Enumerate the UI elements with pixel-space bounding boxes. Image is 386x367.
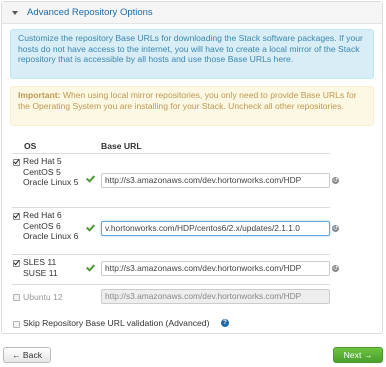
undo-icon[interactable]: ↺ bbox=[332, 177, 339, 184]
base-url-input-redhat5[interactable]: http://s3.amazonaws.com/dev.hortonworks.… bbox=[101, 173, 330, 188]
repo-checkbox-redhat6[interactable] bbox=[13, 213, 20, 220]
repo-checkbox-sles11[interactable] bbox=[13, 260, 20, 267]
base-url-input-sles11[interactable]: http://s3.amazonaws.com/dev.hortonworks.… bbox=[101, 261, 330, 276]
next-button[interactable]: Next → bbox=[333, 347, 383, 363]
base-url-input-redhat6[interactable]: v.hortonworks.com/HDP/centos6/2.x/update… bbox=[101, 221, 330, 236]
os-column-header: OS bbox=[24, 141, 37, 151]
check-icon bbox=[85, 222, 96, 232]
table-row: SLES 11 SUSE 11 http://s3.amazonaws.com/… bbox=[12, 255, 342, 283]
help-icon[interactable]: ? bbox=[221, 319, 229, 327]
info-text: Customize the repository Base URLs for d… bbox=[18, 33, 363, 65]
check-icon bbox=[85, 173, 96, 183]
warning-text: When using local mirror repositories, yo… bbox=[18, 90, 357, 111]
check-icon bbox=[85, 262, 96, 272]
repo-checkbox-redhat5[interactable] bbox=[13, 159, 20, 166]
os-label: SLES 11 SUSE 11 bbox=[23, 257, 58, 278]
undo-icon[interactable]: ↺ bbox=[332, 265, 339, 272]
base-url-column-header: Base URL bbox=[101, 141, 142, 151]
panel-header[interactable]: Advanced Repository Options bbox=[2, 2, 382, 24]
caret-down-icon[interactable] bbox=[12, 11, 18, 15]
os-label: Red Hat 5 CentOS 5 Oracle Linux 5 bbox=[23, 156, 79, 188]
skip-validation-label[interactable]: Skip Repository Base URL validation (Adv… bbox=[23, 318, 209, 328]
info-alert: Customize the repository Base URLs for d… bbox=[10, 29, 374, 79]
back-button[interactable]: ← Back bbox=[3, 347, 51, 363]
table-row: Ubuntu 12 http://s3.amazonaws.com/dev.ho… bbox=[12, 285, 342, 307]
warning-alert: Important: When using local mirror repos… bbox=[10, 86, 374, 126]
os-label: Red Hat 6 CentOS 6 Oracle Linux 6 bbox=[23, 210, 79, 242]
os-label: Ubuntu 12 bbox=[23, 292, 63, 302]
table-row: Red Hat 5 CentOS 5 Oracle Linux 5 http:/… bbox=[12, 154, 342, 204]
base-url-input-ubuntu12: http://s3.amazonaws.com/dev.hortonworks.… bbox=[101, 289, 330, 304]
skip-validation-checkbox[interactable] bbox=[13, 321, 20, 328]
repo-checkbox-ubuntu12[interactable] bbox=[13, 294, 20, 301]
undo-icon[interactable]: ↺ bbox=[332, 225, 339, 232]
advanced-repository-panel: Advanced Repository Options Customize th… bbox=[1, 1, 383, 334]
warning-label: Important: bbox=[18, 90, 61, 100]
table-row: Red Hat 6 CentOS 6 Oracle Linux 6 v.hort… bbox=[12, 208, 342, 252]
panel-title[interactable]: Advanced Repository Options bbox=[27, 7, 153, 18]
